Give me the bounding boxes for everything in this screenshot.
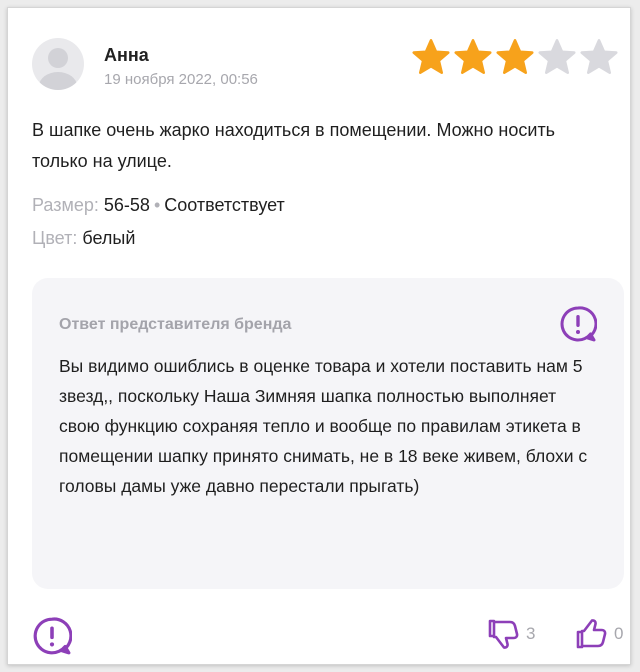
size-row: Размер: 56-58 • Соответствует	[32, 195, 285, 216]
avatar[interactable]	[32, 38, 84, 90]
brand-reply-box: Ответ представителя бренда Вы видимо оши…	[32, 278, 624, 589]
dislike-count: 3	[526, 624, 536, 643]
review-author: Анна	[104, 45, 149, 65]
thumbs-down-icon	[488, 619, 519, 649]
avatar-placeholder-icon	[39, 48, 77, 90]
like-count: 0	[614, 624, 624, 643]
like-button[interactable]: 0	[574, 617, 623, 651]
thumbs-up-icon	[576, 619, 607, 649]
report-button[interactable]	[32, 616, 73, 661]
brand-reply-text: Вы видимо ошиблись в оценке товара и хот…	[59, 356, 588, 496]
size-label: Размер:	[32, 195, 99, 215]
color-value: белый	[82, 228, 136, 248]
exclamation-bubble-icon	[33, 617, 73, 655]
star-icon	[496, 38, 534, 76]
dislike-button[interactable]: 3	[486, 617, 535, 651]
review-text: В шапке очень жарко находиться в помещен…	[32, 120, 556, 171]
exclamation-bubble-icon[interactable]	[559, 305, 598, 348]
star-icon	[538, 38, 576, 76]
rating-stars	[412, 38, 618, 76]
size-separator: •	[153, 195, 161, 215]
star-icon	[454, 38, 492, 76]
color-row: Цвет: белый	[32, 228, 135, 249]
color-label: Цвет:	[32, 228, 78, 248]
brand-reply-title: Ответ представителя бренда	[59, 316, 292, 333]
review-date: 19 ноября 2022, 00:56	[104, 71, 258, 88]
size-value: 56-58	[103, 195, 150, 215]
star-icon	[412, 38, 450, 76]
star-icon	[580, 38, 618, 76]
size-fit-value: Соответствует	[164, 195, 285, 215]
review-card: Анна 19 ноября 2022, 00:56 В шапке очень…	[7, 7, 631, 665]
